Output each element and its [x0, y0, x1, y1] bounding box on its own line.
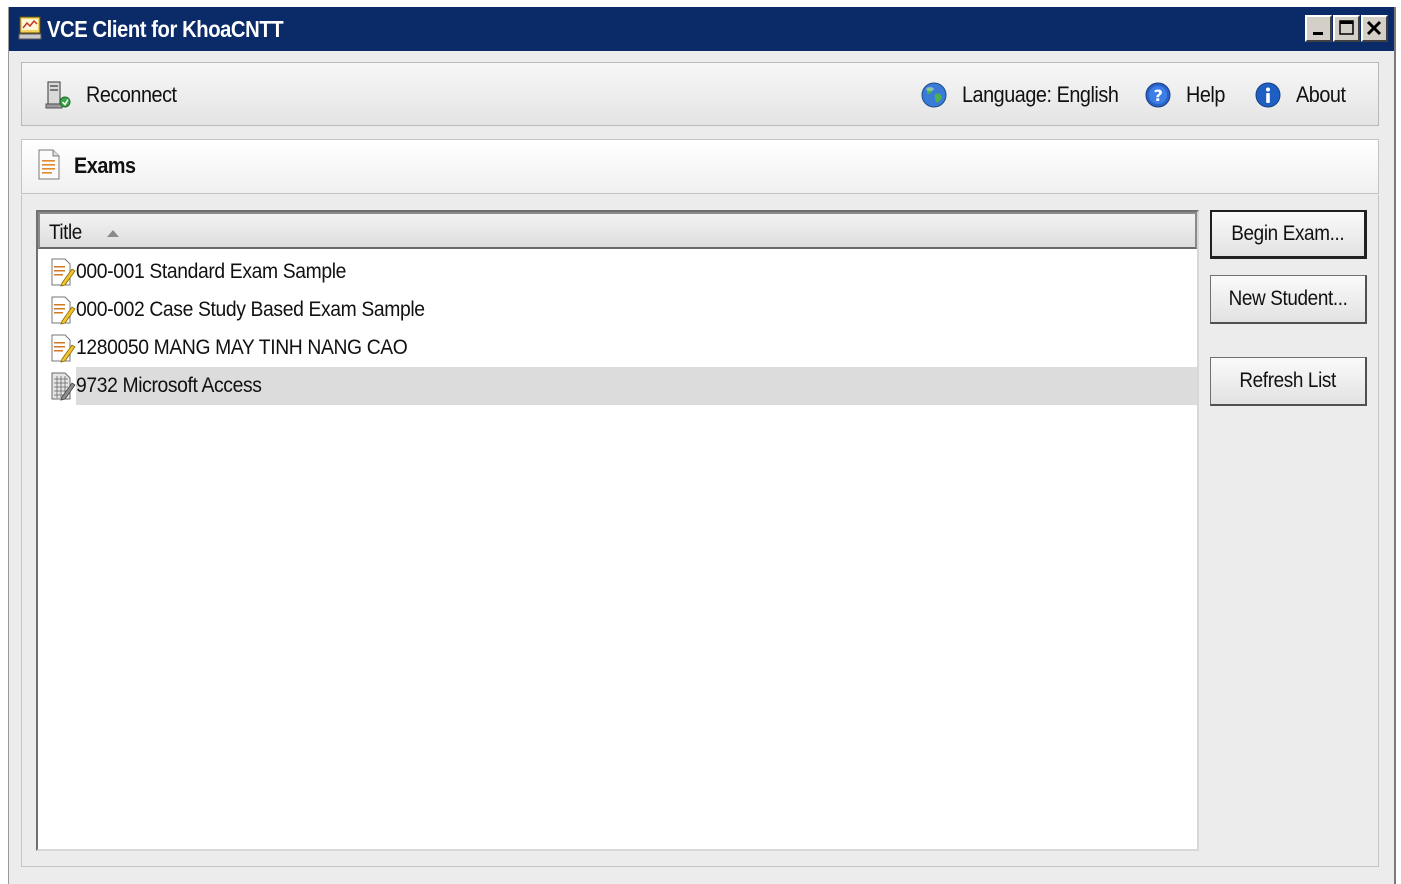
- language-button[interactable]: Language: English: [920, 80, 1136, 110]
- close-button[interactable]: [1361, 15, 1388, 42]
- app-window: VCE Client for KhoaCNTT Reconnect Langua…: [8, 7, 1396, 884]
- section-title: Exams: [74, 153, 136, 178]
- column-header-title[interactable]: Title: [49, 221, 82, 245]
- toolbar: Reconnect Language: English ? Help About: [21, 62, 1379, 126]
- language-label: Language: English: [962, 82, 1119, 107]
- list-item-selected[interactable]: 9732 Microsoft Access: [38, 367, 1197, 405]
- window-title: VCE Client for KhoaCNTT: [47, 16, 284, 42]
- reconnect-label: Reconnect: [86, 82, 177, 107]
- computer-reconnect-icon: [45, 81, 71, 109]
- list-item[interactable]: 000-002 Case Study Based Exam Sample: [38, 291, 1197, 329]
- globe-icon: [921, 82, 947, 108]
- title-bar[interactable]: VCE Client for KhoaCNTT: [9, 7, 1394, 51]
- list-item-label: 1280050 MANG MAY TINH NANG CAO: [76, 336, 408, 359]
- refresh-list-label: Refresh List: [1239, 369, 1337, 392]
- exam-pencil-icon: [51, 296, 76, 325]
- exam-pencil-icon: [51, 258, 76, 287]
- window-controls: [1304, 15, 1388, 42]
- list-item-label: 9732 Microsoft Access: [76, 374, 262, 397]
- new-student-label: New Student...: [1228, 287, 1348, 310]
- exams-section-header: Exams: [21, 139, 1379, 194]
- help-button[interactable]: ? Help: [1144, 80, 1229, 110]
- app-icon: [18, 16, 42, 40]
- exam-grid-icon: [51, 372, 76, 401]
- help-label: Help: [1186, 82, 1225, 107]
- sort-ascending-icon: [107, 230, 119, 237]
- exam-pencil-icon: [51, 334, 76, 363]
- list-item[interactable]: 1280050 MANG MAY TINH NANG CAO: [38, 329, 1197, 367]
- list-item-label: 000-001 Standard Exam Sample: [76, 260, 347, 283]
- close-icon: [1366, 20, 1382, 36]
- begin-exam-label: Begin Exam...: [1231, 222, 1345, 245]
- help-icon: ?: [1145, 82, 1171, 108]
- info-icon: [1255, 82, 1281, 108]
- minimize-button[interactable]: [1305, 15, 1332, 42]
- reconnect-button[interactable]: Reconnect: [44, 80, 187, 110]
- document-icon: [38, 149, 60, 180]
- svg-text:?: ?: [1154, 86, 1163, 105]
- new-student-button[interactable]: New Student...: [1210, 275, 1367, 324]
- list-rows: 000-001 Standard Exam Sample 000-002 Cas…: [38, 253, 1197, 405]
- minimize-icon: [1313, 32, 1323, 35]
- about-button[interactable]: About: [1254, 80, 1351, 110]
- list-header: Title: [38, 212, 1197, 249]
- begin-exam-button[interactable]: Begin Exam...: [1210, 210, 1367, 259]
- maximize-icon: [1339, 20, 1354, 35]
- about-label: About: [1296, 82, 1346, 107]
- maximize-button[interactable]: [1333, 15, 1360, 42]
- exam-list[interactable]: Title 000-001 Standard Exam Sample 000-0…: [36, 210, 1199, 851]
- refresh-list-button[interactable]: Refresh List: [1210, 357, 1367, 406]
- list-item-label: 000-002 Case Study Based Exam Sample: [76, 298, 425, 321]
- list-item[interactable]: 000-001 Standard Exam Sample: [38, 253, 1197, 291]
